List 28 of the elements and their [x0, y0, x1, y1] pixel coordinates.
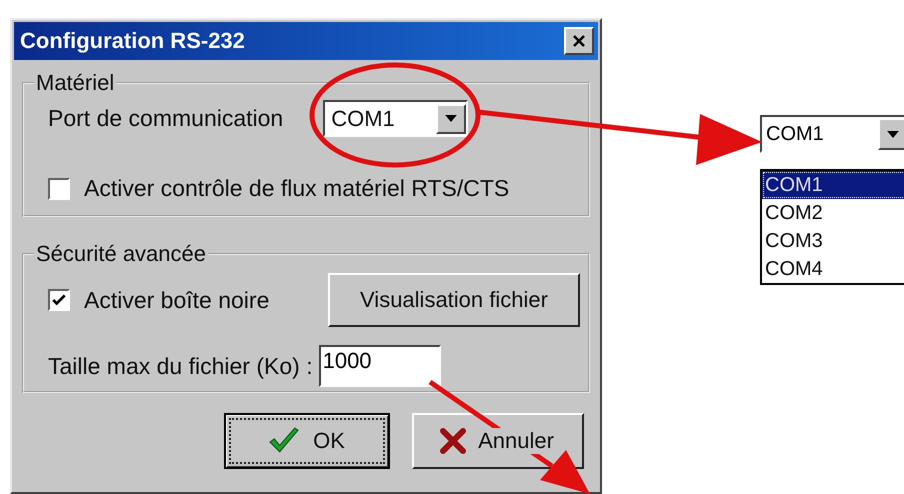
dropdown-option[interactable]: COM2: [762, 199, 904, 227]
dropdown-option[interactable]: COM3: [762, 227, 904, 255]
group-label: Matériel: [35, 70, 116, 96]
cross-icon: [440, 428, 466, 454]
view-file-button[interactable]: Visualisation fichier: [328, 273, 580, 327]
dropdown-option[interactable]: COM1: [762, 171, 904, 199]
size-input-field[interactable]: 1000: [318, 345, 441, 387]
checkbox-label: Activer boîte noire: [84, 286, 270, 314]
port-dropdown[interactable]: COM1: [323, 100, 468, 137]
group-label: Sécurité avancée: [35, 241, 207, 267]
checkbox[interactable]: [48, 178, 70, 200]
close-button[interactable]: [564, 27, 594, 55]
close-icon: [572, 34, 586, 48]
caret-icon: [887, 130, 899, 138]
window-title: Configuration RS-232: [20, 28, 245, 54]
port-dropdown[interactable]: COM1: [760, 115, 904, 153]
checkmark-icon: [51, 292, 67, 308]
cancel-button[interactable]: Annuler: [412, 413, 584, 469]
caret-icon: [445, 115, 458, 122]
checkbox-label: Activer contrôle de flux matériel RTS/CTS: [84, 175, 510, 202]
dropdown-button[interactable]: [436, 104, 466, 134]
checkbox[interactable]: [48, 289, 70, 311]
dropdown-option[interactable]: COM4: [762, 255, 904, 283]
dropdown-button[interactable]: [878, 118, 904, 150]
size-label: Taille max du fichier (Ko) :: [48, 352, 313, 380]
ok-button[interactable]: OK: [224, 413, 390, 469]
port-label: Port de communication: [48, 105, 284, 132]
checkmark-icon: [267, 427, 302, 455]
